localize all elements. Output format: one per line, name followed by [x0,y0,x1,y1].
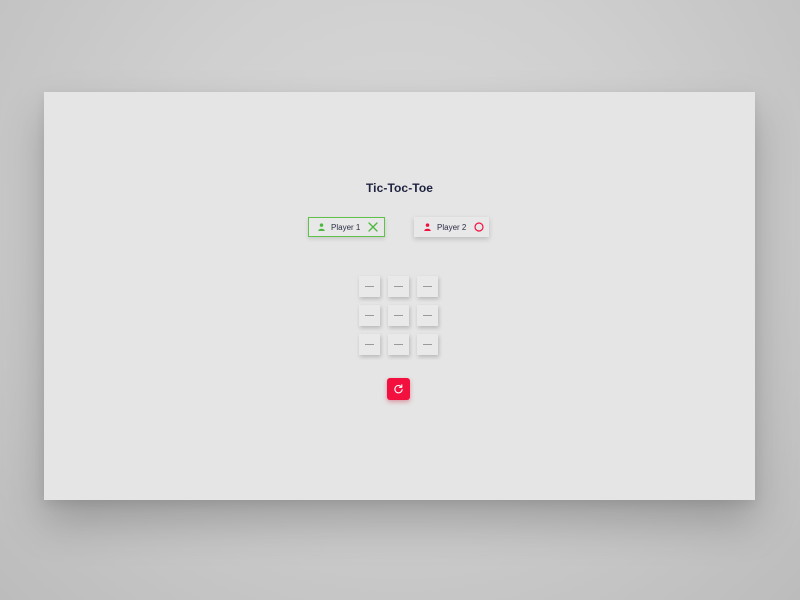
board-cell-9[interactable] [417,334,438,355]
player-2-label: Player 2 [437,222,467,232]
person-icon [424,223,431,231]
board-cell-8[interactable] [388,334,409,355]
game-card: Tic-Toc-Toe Player 1 Player 2 [44,92,755,500]
game-title: Tic-Toc-Toe [365,181,434,195]
board-cell-4[interactable] [359,305,380,326]
empty-cell-dash [423,286,432,287]
board-cell-2[interactable] [388,276,409,297]
empty-cell-dash [394,286,403,287]
o-icon [474,222,484,232]
player-1-label: Player 1 [331,222,361,232]
reset-button[interactable] [387,378,410,400]
player-1-indicator: Player 1 [308,217,385,237]
board-cell-6[interactable] [417,305,438,326]
empty-cell-dash [394,315,403,316]
game-board [359,276,439,356]
x-icon [368,222,379,232]
empty-cell-dash [423,344,432,345]
board-cell-7[interactable] [359,334,380,355]
empty-cell-dash [365,315,374,316]
person-icon [318,223,325,231]
empty-cell-dash [365,286,374,287]
empty-cell-dash [394,344,403,345]
board-cell-1[interactable] [359,276,380,297]
board-cell-3[interactable] [417,276,438,297]
refresh-icon [394,383,403,393]
board-cell-5[interactable] [388,305,409,326]
empty-cell-dash [423,315,432,316]
empty-cell-dash [365,344,374,345]
player-2-indicator: Player 2 [414,217,489,237]
